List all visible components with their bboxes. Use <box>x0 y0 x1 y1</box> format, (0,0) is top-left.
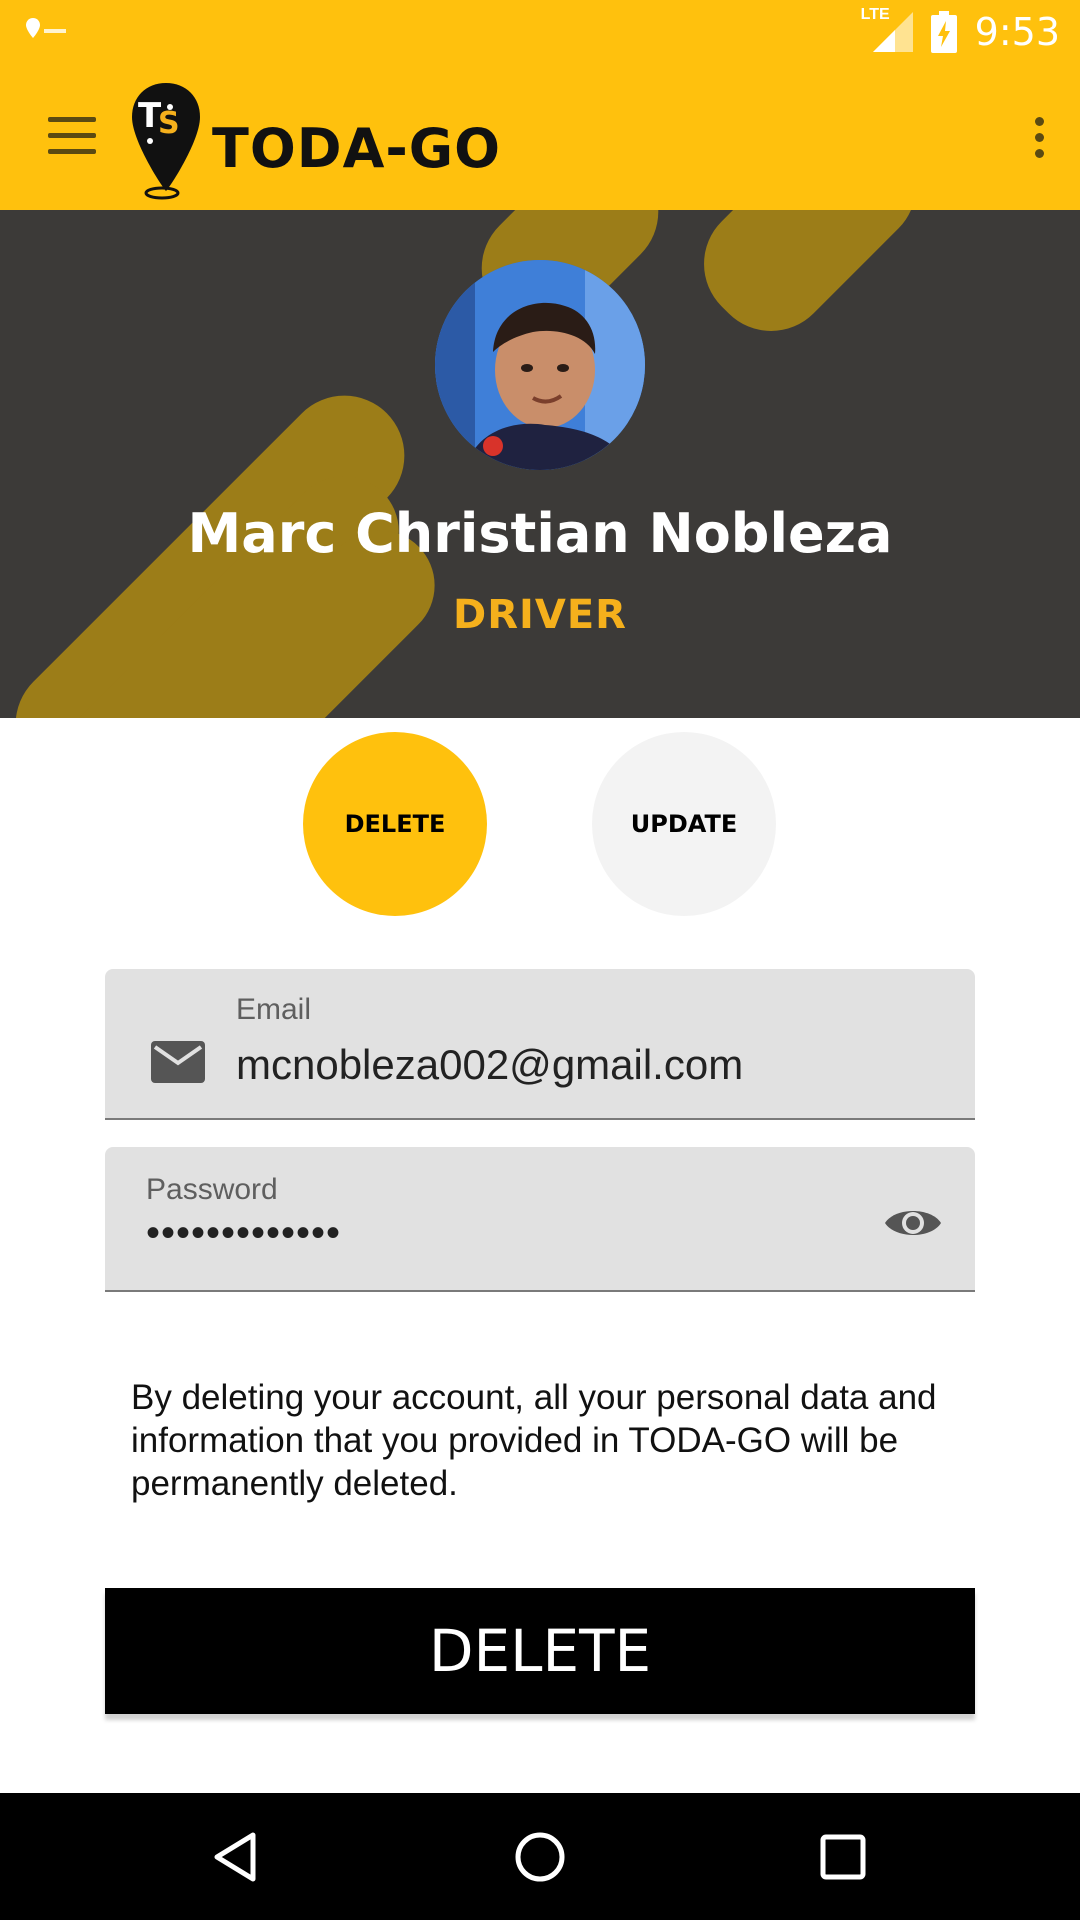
email-icon <box>151 1041 205 1083</box>
delete-notice: By deleting your account, all your perso… <box>131 1378 937 1503</box>
map-pin-icon <box>26 18 40 38</box>
decorative-stripe <box>679 210 941 356</box>
avatar <box>435 260 645 470</box>
network-type-label: LTE <box>860 6 890 23</box>
svg-text:S: S <box>158 106 180 141</box>
profile-role: DRIVER <box>453 592 627 638</box>
more-vert-icon[interactable] <box>1024 115 1054 161</box>
delete-mode-button[interactable]: DELETE <box>303 732 487 916</box>
home-icon[interactable] <box>512 1829 568 1885</box>
password-label: Password <box>146 1173 278 1206</box>
battery-charging-icon <box>930 11 957 53</box>
location-pin-logo-icon: T S <box>132 83 200 200</box>
status-icons: LTE 9:53 <box>861 6 1060 56</box>
delete-account-button[interactable]: DELETE <box>105 1588 975 1714</box>
notification-area <box>26 18 66 38</box>
profile-header: Marc Christian Nobleza DRIVER <box>0 210 1080 718</box>
status-time: 9:53 <box>974 10 1060 54</box>
recents-icon[interactable] <box>815 1829 871 1885</box>
profile-name: Marc Christian Nobleza <box>187 502 893 565</box>
brand-name: TODA-GO <box>212 116 501 180</box>
app-bar: T S TODA-GO <box>0 63 1080 210</box>
system-nav-bar <box>0 1793 1080 1920</box>
email-value: mcnobleza002@gmail.com <box>236 1041 744 1088</box>
app-logo: T S TODA-GO <box>128 81 501 203</box>
back-icon[interactable] <box>209 1829 265 1885</box>
notification-text-mark <box>44 29 66 33</box>
signal-icon: LTE <box>861 6 913 52</box>
update-mode-button[interactable]: UPDATE <box>592 732 776 916</box>
email-label: Email <box>236 993 312 1026</box>
email-field[interactable]: Email mcnobleza002@gmail.com <box>105 969 975 1120</box>
status-bar: LTE 9:53 <box>0 0 1080 63</box>
password-value: ••••••••••••• <box>146 1211 342 1255</box>
hamburger-menu-icon[interactable] <box>44 113 100 159</box>
eye-icon[interactable] <box>883 1203 943 1243</box>
password-field[interactable]: Password ••••••••••••• <box>105 1147 975 1292</box>
